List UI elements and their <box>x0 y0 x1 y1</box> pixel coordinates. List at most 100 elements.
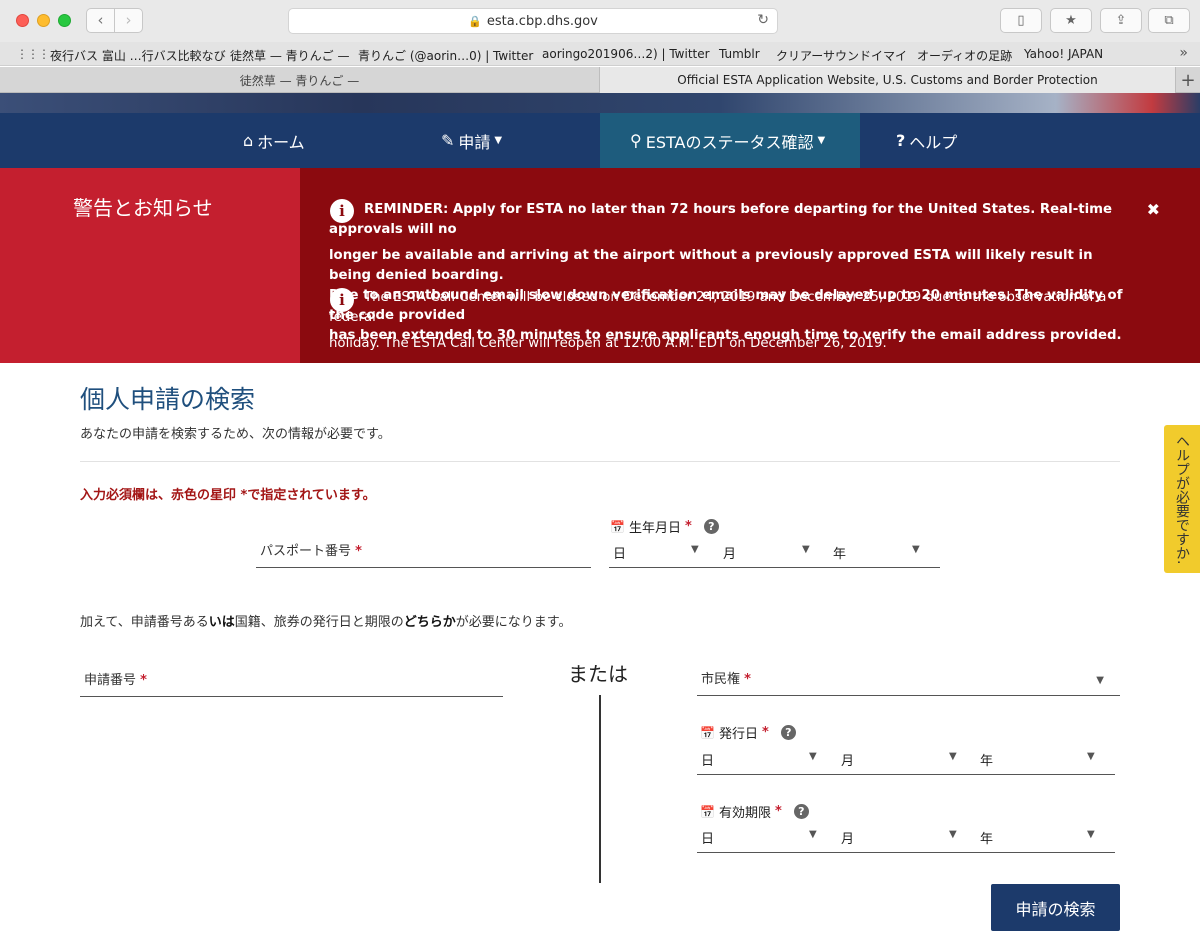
birth-month-select[interactable]: 月 <box>723 543 736 562</box>
required-note: 入力必須欄は、赤色の星印 *で指定されています。 <box>80 488 376 503</box>
bookmark-item[interactable]: クリアーサウンドイマイ <box>776 47 907 64</box>
nav-help[interactable]: ? ヘルプ <box>896 113 957 168</box>
share-button[interactable]: ⇪ <box>1100 8 1142 33</box>
star-icon: ★ <box>1065 13 1077 28</box>
nav-home[interactable]: ⌂ ホーム <box>243 113 305 168</box>
required-star: * <box>744 672 751 687</box>
or-separator: または <box>568 662 628 686</box>
new-tab-button[interactable]: + <box>1175 67 1200 93</box>
search-form: 個人申請の検索 あなたの申請を検索するため、次の情報が必要です。 入力必須欄は、… <box>0 363 1200 943</box>
help-icon[interactable]: ? <box>703 519 719 534</box>
sidebar-toggle-button[interactable]: ▯ <box>1000 8 1042 33</box>
chevron-left-icon: ‹ <box>97 11 104 29</box>
zoom-window-button[interactable] <box>58 14 71 27</box>
close-window-button[interactable] <box>16 14 29 27</box>
nav-apply[interactable]: ✎ 申請 ▼ <box>441 113 502 168</box>
caret-down-icon: ▼ <box>1096 675 1104 686</box>
birth-day-select[interactable]: 日 <box>613 543 626 562</box>
birthdate-selects: 日 ▼ 月 ▼ 年 ▼ <box>609 540 940 568</box>
calendar-icon: 📅 <box>700 725 715 740</box>
nav-status-label: ESTAのステータス確認 <box>645 132 814 152</box>
caret-down-icon: ▼ <box>494 135 503 146</box>
tabs-overview-button[interactable]: ⧉ <box>1148 8 1190 33</box>
issue-month-select[interactable]: 月 <box>841 750 854 769</box>
page-subtitle: あなたの申請を検索するため、次の情報が必要です。 <box>80 427 391 442</box>
alerts-panel: ✖ i REMINDER: Apply for ESTA no later th… <box>300 168 1200 363</box>
bookmark-item[interactable]: 夜行バス 富山 …行バス比較なび <box>50 47 226 64</box>
tabs-icon: ⧉ <box>1164 13 1174 28</box>
alerts-section: 警告とお知らせ ✖ i REMINDER: Apply for ESTA no … <box>0 168 1200 363</box>
nav-status[interactable]: ⚲ ESTAのステータス確認 ▼ <box>600 113 860 168</box>
reload-icon[interactable]: ↻ <box>757 12 769 28</box>
caret-down-icon: ▼ <box>1087 829 1095 840</box>
caret-down-icon: ▼ <box>949 751 957 762</box>
plus-icon: + <box>1180 69 1196 91</box>
info-text: が必要になります。 <box>455 615 572 630</box>
search-icon: ⚲ <box>630 131 642 150</box>
search-application-button[interactable]: 申請の検索 <box>991 884 1120 931</box>
tab-esta[interactable]: Official ESTA Application Website, U.S. … <box>600 67 1175 93</box>
required-star: * <box>761 725 769 740</box>
calendar-icon: 📅 <box>700 804 715 819</box>
passport-label: パスポート番号 <box>260 544 352 559</box>
issue-date-label-row: 📅 発行日 * ? <box>700 723 796 742</box>
expiry-month-select[interactable]: 月 <box>841 828 854 847</box>
bookmark-item[interactable]: 青りんご (@aorin…0) | Twitter <box>358 47 533 64</box>
reminder-line: REMINDER: Apply for ESTA no later than 7… <box>329 202 1113 237</box>
alerts-heading: 警告とお知らせ <box>73 196 213 220</box>
sidebar-icon: ▯ <box>1017 13 1025 28</box>
issue-year-select[interactable]: 年 <box>980 750 993 769</box>
issue-date-selects: 日 ▼ 月 ▼ 年 ▼ <box>697 747 1115 775</box>
more-bookmarks-icon[interactable]: » <box>1179 45 1188 61</box>
issue-day-select[interactable]: 日 <box>701 750 714 769</box>
close-alert-icon[interactable]: ✖ <box>1147 200 1160 219</box>
browser-titlebar: ‹ › 🔒 esta.cbp.dhs.gov ↻ ▯ ★ ⇪ ⧉ <box>0 0 1200 42</box>
application-label: 申請番号 <box>84 673 137 688</box>
expiry-date-label: 有効期限 <box>718 806 771 821</box>
expiry-day-select[interactable]: 日 <box>701 828 714 847</box>
minimize-window-button[interactable] <box>37 14 50 27</box>
nav-apply-label: 申請 <box>458 132 491 152</box>
tab-tsurezuregusa[interactable]: 徒然草 — 青りんご — <box>0 67 600 93</box>
help-needed-tab[interactable]: ヘルプが必要ですか. <box>1164 425 1200 573</box>
info-text-bold: いは <box>208 615 235 630</box>
expiry-date-selects: 日 ▼ 月 ▼ 年 ▼ <box>697 825 1115 853</box>
help-icon[interactable]: ? <box>793 804 809 819</box>
caret-down-icon: ▼ <box>817 135 826 146</box>
info-text-bold: どちらか <box>403 615 456 630</box>
bookmark-item[interactable]: Tumblr <box>719 47 760 61</box>
nav-home-label: ホーム <box>257 132 305 152</box>
application-number-field[interactable]: 申請番号 * <box>80 653 503 697</box>
back-button[interactable]: ‹ <box>87 9 115 32</box>
caret-down-icon: ▼ <box>691 544 699 555</box>
lock-icon: 🔒 <box>468 14 482 28</box>
passport-number-field[interactable]: パスポート番号 * <box>256 518 591 568</box>
hero-banner <box>0 93 1200 113</box>
history-nav: ‹ › <box>86 8 143 33</box>
required-star: * <box>140 673 147 688</box>
callcenter-alert: The ESTA Call Center will be closed on D… <box>329 288 1130 354</box>
bookmarks-button[interactable]: ★ <box>1050 8 1092 33</box>
additional-info-text: 加えて、申請番号あるいは国籍、旅券の発行日と期限のどちらかが必要になります。 <box>80 611 571 630</box>
address-bar[interactable]: 🔒 esta.cbp.dhs.gov ↻ <box>288 8 778 34</box>
bookmark-item[interactable]: aoringo201906…2) | Twitter <box>542 47 710 61</box>
bookmark-item[interactable]: オーディオの足跡 <box>917 47 1012 64</box>
bookmark-item[interactable]: 徒然草 — 青りんご — <box>230 47 349 64</box>
citizenship-select[interactable]: 市民権 * ▼ <box>697 653 1120 696</box>
home-icon: ⌂ <box>243 131 254 150</box>
chevron-right-icon: › <box>125 11 132 29</box>
help-icon[interactable]: ? <box>780 725 796 740</box>
or-divider-line <box>599 695 601 883</box>
share-icon: ⇪ <box>1115 13 1127 28</box>
caret-down-icon: ▼ <box>809 751 817 762</box>
bookmark-item[interactable]: Yahoo! JAPAN <box>1024 47 1103 61</box>
bookmarks-bar: ⋮⋮⋮ 夜行バス 富山 …行バス比較なび 徒然草 — 青りんご — 青りんご (… <box>0 42 1200 66</box>
expiry-year-select[interactable]: 年 <box>980 828 993 847</box>
forward-button[interactable]: › <box>115 9 142 32</box>
birth-year-select[interactable]: 年 <box>833 543 846 562</box>
info-text: 国籍、旅券の発行日と期限の <box>234 615 404 630</box>
url-text: esta.cbp.dhs.gov <box>486 13 598 29</box>
grid-icon[interactable]: ⋮⋮⋮ <box>16 47 50 61</box>
required-star: * <box>684 519 692 534</box>
expiry-date-label-row: 📅 有効期限 * ? <box>700 802 809 821</box>
